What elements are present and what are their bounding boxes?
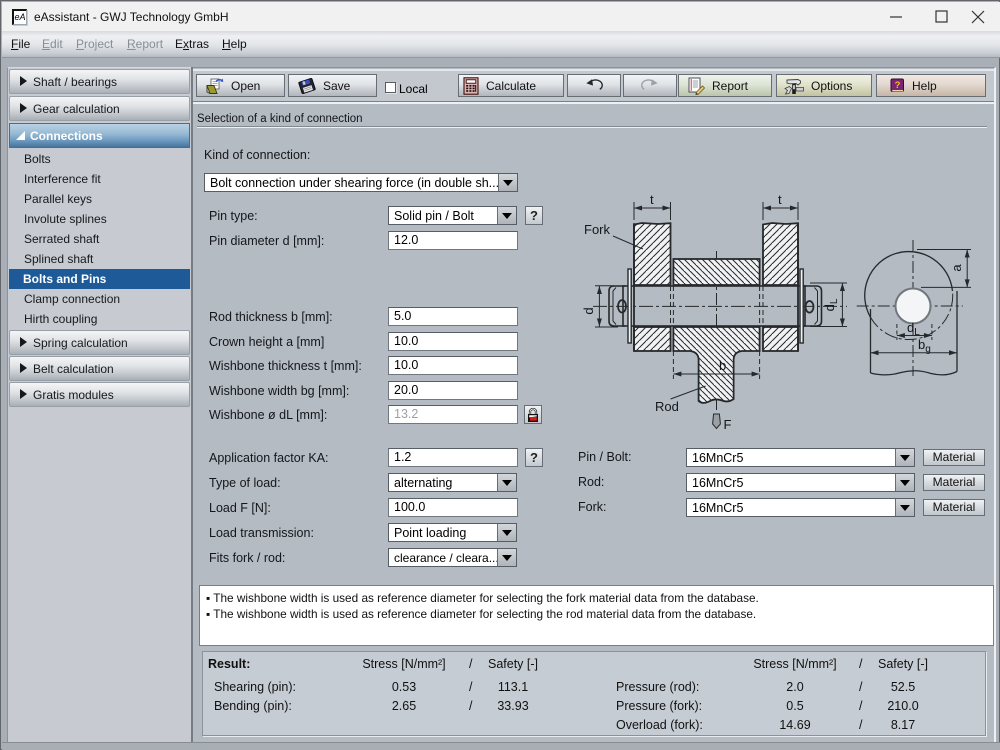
- svg-text:F: F: [724, 417, 732, 432]
- svg-text:d: d: [581, 307, 596, 314]
- svg-text:b: b: [719, 358, 726, 373]
- svg-text:bg: bg: [918, 337, 931, 355]
- svg-text:dL: dL: [822, 298, 840, 311]
- svg-text:t: t: [778, 192, 782, 207]
- svg-text:?: ?: [895, 80, 901, 91]
- svg-text:Rod: Rod: [655, 399, 679, 414]
- svg-text:Fork: Fork: [584, 222, 611, 237]
- svg-text:a: a: [949, 264, 964, 272]
- svg-text:t: t: [650, 192, 654, 207]
